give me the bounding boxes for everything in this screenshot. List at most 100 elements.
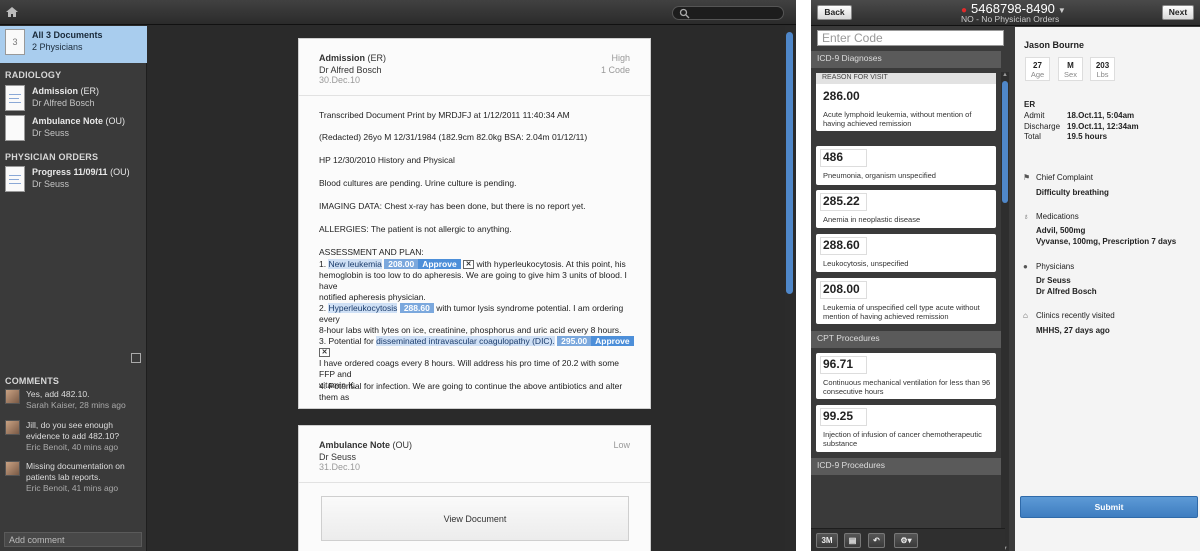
all-documents-item[interactable]: 3 All 3 Documents 2 Physicians [0,26,147,63]
medications-label: Medications [1036,212,1079,221]
code-chip[interactable]: 208.00 [384,259,419,269]
search-input[interactable] [672,6,784,20]
page-title: Ambulance Note (OU) [319,440,413,450]
doc-line: HP 12/30/2010 History and Physical [319,155,455,165]
plan-item-1: 1. New leukemia 208.00 Approve ✕ with hyp… [319,259,627,302]
priority-label: Low [613,440,630,450]
discharge-value: 19.Oct.11, 12:34am [1067,122,1139,131]
page-date: 31.Dec.10 [319,462,361,472]
reject-icon[interactable]: ✕ [463,260,475,270]
divider [299,482,650,483]
category-icd9-diagnoses[interactable]: ICD-9 Diagnoses [811,51,1001,68]
all-documents-subtitle: 2 Physicians [32,42,83,52]
document-thumbnail [5,166,25,192]
clinics-value: MHHS, 27 days ago [1036,326,1110,335]
patient-name: Jason Bourne [1024,40,1085,50]
codes-column: Enter Code ICD-9 Diagnoses REASON FOR VI… [811,27,1009,551]
reject-icon[interactable]: ✕ [319,348,330,358]
age-stat: 27 Age [1025,57,1050,81]
document-physician: Dr Seuss [32,128,70,138]
diagnosis-card[interactable]: 486 Pneumonia, organism unspecified [816,146,996,185]
doc-line: ASSESSMENT AND PLAN: [319,247,424,257]
document-physician: Dr Alfred Bosch [32,98,95,108]
priority-label: High [611,53,630,63]
diagnosis-description: Leukemia of unspecified cell type acute … [823,303,980,321]
scrollbar-thumb[interactable] [786,32,793,294]
category-cpt-procedures[interactable]: CPT Procedures [811,331,1001,348]
avatar [5,389,20,404]
coding-app: Back ● 5468798-8490 ▼ NO - No Physician Or… [811,0,1200,551]
category-icd9-procedures[interactable]: ICD-9 Procedures [811,458,1001,475]
comment-meta: Eric Benoit, 41 mins ago [26,483,119,493]
document-page-ambulance-note: Ambulance Note (OU) Dr Seuss 31.Dec.10 L… [298,425,651,551]
order-status: NO - No Physician Orders [961,14,1060,24]
view-document-button[interactable]: View Document [321,496,629,541]
sidebar-item-ambulance-note[interactable]: Ambulance Note (OU) Dr Seuss [0,112,147,150]
diagnosis-description: Acute lymphoid leukemia, without mention… [823,110,972,128]
diagnosis-code: 208.00 [823,282,860,296]
add-comment-input[interactable]: Add comment [4,532,142,547]
procedure-card[interactable]: 96.71 Continuous mechanical ventilation … [816,353,996,399]
codes-scrollbar[interactable]: ▲ ▼ [1001,72,1009,551]
page-title: Admission (ER) [319,53,387,63]
enter-code-input[interactable]: Enter Code [817,30,1004,46]
undo-icon[interactable]: ↶ [868,533,885,548]
highlighted-term[interactable]: disseminated intravascular coagulopathy … [376,336,555,346]
top-toolbar [0,0,796,25]
medication-item: Vyvanse, 100mg, Prescription 7 days [1036,237,1177,246]
approve-button[interactable]: Approve [591,336,634,346]
patient-panel: Jason Bourne 27 Age M Sex 203 Lbs ER Admit … [1015,27,1200,551]
document-name: Progress 11/09/11 (OU) [32,167,130,177]
sidebar-item-progress[interactable]: Progress 11/09/11 (OU) Dr Seuss [0,163,147,201]
highlighted-term[interactable]: New leukemia [328,259,382,269]
highlighted-term[interactable]: Hyperleukocytosis [328,303,398,313]
diagnosis-code: 288.60 [823,238,860,252]
back-button[interactable]: Back [817,5,852,20]
medication-icon: ♁ [1023,212,1029,221]
home-icon[interactable] [5,5,19,19]
comment-item: Missing documentation on patients lab re… [5,461,145,497]
physician-item: Dr Seuss [1036,276,1071,285]
diagnosis-card[interactable]: 288.60 Leukocytosis, unspecified [816,234,996,272]
code-chip[interactable]: 295.00 [557,336,592,346]
diagnosis-card[interactable]: 285.22 Anemia in neoplastic disease [816,190,996,228]
gear-icon[interactable]: ⚙▾ [894,533,918,548]
comment-text: Missing documentation on patients lab re… [26,461,125,482]
diagnosis-code: 486 [823,150,844,164]
submit-button[interactable]: Submit [1020,496,1198,518]
scrollbar-thumb[interactable] [1002,81,1008,203]
calendar-icon[interactable] [131,353,141,363]
code-chip[interactable]: 288.60 [399,303,434,313]
diagnosis-card[interactable]: 208.00 Leukemia of unspecified cell type… [816,278,996,324]
doc-line: (Redacted) 26yo M 12/31/1984 (182.9cm 82… [319,132,588,142]
comment-text: Jill, do you see enough evidence to add … [26,420,120,441]
diagnosis-card[interactable]: REASON FOR VISIT 286.00 Acute lymphoid l… [816,73,996,131]
document-scrollbar[interactable] [785,26,795,551]
weight-stat: 203 Lbs [1090,57,1115,81]
unit-label: ER [1024,100,1036,109]
diagnosis-description: Pneumonia, organism unspecified [823,171,936,180]
chief-complaint-label: Chief Complaint [1036,173,1093,182]
document-page-admission: Admission (ER) Dr Alfred Bosch 30.Dec.10… [298,38,651,409]
procedure-description: Continuous mechanical ventilation for le… [823,378,991,396]
plan-item-4: 4. Potential for infection. We are going… [319,381,623,402]
admit-label: Admit [1024,111,1045,120]
document-icon[interactable]: ▤ [844,533,861,548]
clinics-label: Clinics recently visited [1036,311,1115,320]
comment-meta: Sarah Kaiser, 28 mins ago [26,400,126,410]
approve-button[interactable]: Approve [418,259,461,269]
chief-complaint-value: Difficulty breathing [1036,188,1109,197]
section-title-radiology: RADIOLOGY [5,70,62,80]
page-physician: Dr Alfred Bosch [319,65,382,75]
home-icon: ⌂ [1023,311,1028,320]
admit-value: 18.Oct.11, 5:04am [1067,111,1135,120]
reason-for-visit-tag: REASON FOR VISIT [816,73,996,84]
3m-button[interactable]: 3M [816,533,838,548]
document-name: Ambulance Note (OU) [32,116,126,126]
procedure-description: Injection of infusion of cancer chemothe… [823,430,982,448]
scroll-up-icon[interactable]: ▲ [1001,72,1009,78]
document-thumbnail [5,115,25,141]
procedure-card[interactable]: 99.25 Injection of infusion of cancer ch… [816,405,996,452]
page-physician: Dr Seuss [319,452,357,462]
next-button[interactable]: Next [1162,5,1194,20]
